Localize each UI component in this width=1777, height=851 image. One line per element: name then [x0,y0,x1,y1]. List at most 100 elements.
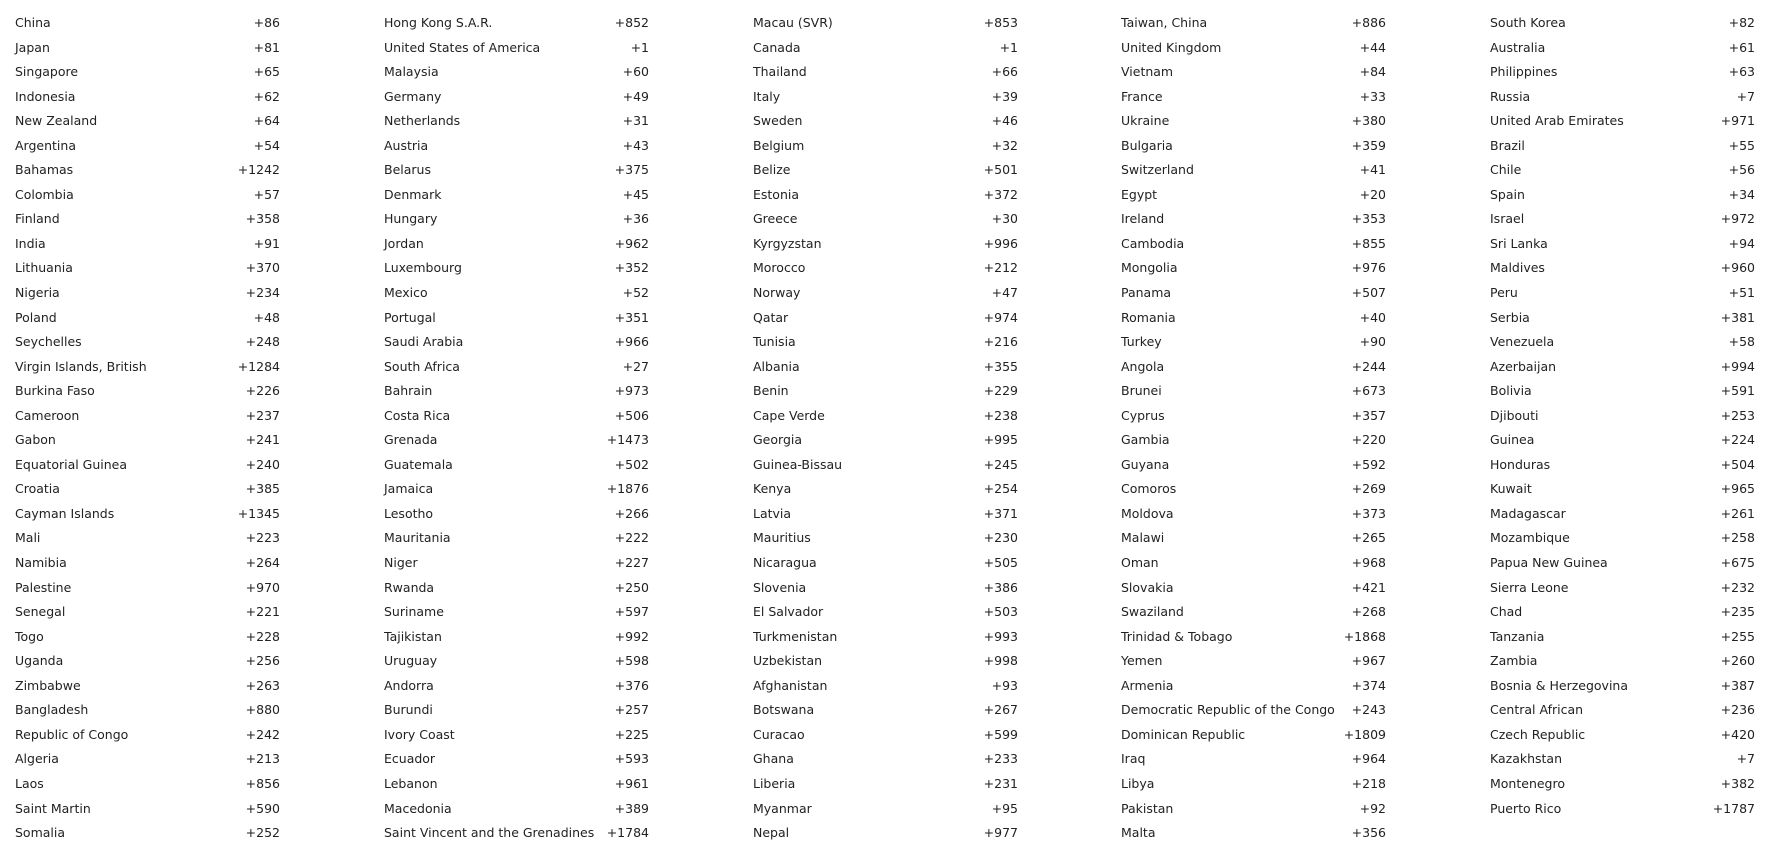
country-code-option[interactable]: Belarus +375 [384,158,649,183]
country-code-option[interactable]: Brazil +55 [1490,134,1755,159]
country-code-option[interactable]: Chile +56 [1490,158,1755,183]
country-code-option[interactable]: Austria +43 [384,134,649,159]
country-code-option[interactable]: Argentina +54 [15,134,280,159]
country-code-option[interactable]: Trinidad & Tobago +1868 [1121,625,1386,650]
country-code-option[interactable]: Pakistan +92 [1121,797,1386,822]
country-code-option[interactable]: Guyana +592 [1121,453,1386,478]
country-code-option[interactable]: Latvia +371 [753,502,1018,527]
country-code-option[interactable]: Bosnia & Herzegovina +387 [1490,674,1755,699]
country-code-option[interactable]: Grenada +1473 [384,428,649,453]
country-code-option[interactable]: Iraq +964 [1121,747,1386,772]
country-code-option[interactable]: Ivory Coast +225 [384,723,649,748]
country-code-option[interactable]: Japan +81 [15,36,280,61]
country-code-option[interactable]: Georgia +995 [753,428,1018,453]
country-code-option[interactable]: Nepal +977 [753,821,1018,846]
country-code-option[interactable]: Croatia +385 [15,477,280,502]
country-code-option[interactable]: Mali +223 [15,526,280,551]
country-code-option[interactable]: Malta +356 [1121,821,1386,846]
country-code-option[interactable]: Saint Vincent and the Grenadines +1784 [384,821,649,846]
country-code-option[interactable]: Guinea +224 [1490,428,1755,453]
country-code-option[interactable]: Germany +49 [384,85,649,110]
country-code-option[interactable]: Dominican Republic +1809 [1121,723,1386,748]
country-code-option[interactable]: Namibia +264 [15,551,280,576]
country-code-option[interactable]: Russia +7 [1490,85,1755,110]
country-code-option[interactable]: Bahamas +1242 [15,158,280,183]
country-code-option[interactable]: Uzbekistan +998 [753,649,1018,674]
country-code-option[interactable]: Tunisia +216 [753,330,1018,355]
country-code-option[interactable]: Estonia +372 [753,183,1018,208]
country-code-option[interactable]: Egypt +20 [1121,183,1386,208]
country-code-option[interactable]: Ukraine +380 [1121,109,1386,134]
country-code-option[interactable]: Swaziland +268 [1121,600,1386,625]
country-code-option[interactable]: Curacao +599 [753,723,1018,748]
country-code-option[interactable]: Jordan +962 [384,232,649,257]
country-code-option[interactable]: Singapore +65 [15,60,280,85]
country-code-option[interactable]: Virgin Islands, British +1284 [15,355,280,380]
country-code-option[interactable]: Kenya +254 [753,477,1018,502]
country-code-option[interactable]: Malaysia +60 [384,60,649,85]
country-code-option[interactable]: Honduras +504 [1490,453,1755,478]
country-code-option[interactable]: Italy +39 [753,85,1018,110]
country-code-option[interactable]: United Arab Emirates +971 [1490,109,1755,134]
country-code-option[interactable]: Philippines +63 [1490,60,1755,85]
country-code-option[interactable]: China +86 [15,11,280,36]
country-code-option[interactable]: Madagascar +261 [1490,502,1755,527]
country-code-option[interactable]: Nigeria +234 [15,281,280,306]
country-code-option[interactable]: Macedonia +389 [384,797,649,822]
country-code-option[interactable]: Switzerland +41 [1121,158,1386,183]
country-code-option[interactable]: Tanzania +255 [1490,625,1755,650]
country-code-option[interactable]: Kazakhstan +7 [1490,747,1755,772]
country-code-option[interactable]: Djibouti +253 [1490,404,1755,429]
country-code-option[interactable]: Portugal +351 [384,306,649,331]
country-code-option[interactable]: Oman +968 [1121,551,1386,576]
country-code-option[interactable]: Benin +229 [753,379,1018,404]
country-code-option[interactable]: Uruguay +598 [384,649,649,674]
country-code-option[interactable]: South Korea +82 [1490,11,1755,36]
country-code-option[interactable]: Gabon +241 [15,428,280,453]
country-code-option[interactable]: Maldives +960 [1490,256,1755,281]
country-code-option[interactable]: Lebanon +961 [384,772,649,797]
country-code-option[interactable]: Niger +227 [384,551,649,576]
country-code-option[interactable]: Finland +358 [15,207,280,232]
country-code-option[interactable]: Tajikistan +992 [384,625,649,650]
country-code-option[interactable]: Bolivia +591 [1490,379,1755,404]
country-code-option[interactable]: Greece +30 [753,207,1018,232]
country-code-option[interactable]: Azerbaijan +994 [1490,355,1755,380]
country-code-option[interactable]: Lithuania +370 [15,256,280,281]
country-code-option[interactable]: Uganda +256 [15,649,280,674]
country-code-option[interactable]: France +33 [1121,85,1386,110]
country-code-option[interactable]: Libya +218 [1121,772,1386,797]
country-code-option[interactable]: Venezuela +58 [1490,330,1755,355]
country-code-option[interactable]: Laos +856 [15,772,280,797]
country-code-option[interactable]: Sri Lanka +94 [1490,232,1755,257]
country-code-option[interactable]: Seychelles +248 [15,330,280,355]
country-code-option[interactable]: United Kingdom +44 [1121,36,1386,61]
country-code-option[interactable]: Bahrain +973 [384,379,649,404]
country-code-option[interactable]: Montenegro +382 [1490,772,1755,797]
country-code-option[interactable]: Spain +34 [1490,183,1755,208]
country-code-option[interactable]: Norway +47 [753,281,1018,306]
country-code-option[interactable]: India +91 [15,232,280,257]
country-code-option[interactable]: Cape Verde +238 [753,404,1018,429]
country-code-option[interactable]: Mozambique +258 [1490,526,1755,551]
country-code-option[interactable]: Turkey +90 [1121,330,1386,355]
country-code-option[interactable]: Cambodia +855 [1121,232,1386,257]
country-code-option[interactable]: Saudi Arabia +966 [384,330,649,355]
country-code-option[interactable]: El Salvador +503 [753,600,1018,625]
country-code-option[interactable]: Democratic Republic of the Congo +243 [1121,698,1386,723]
country-code-option[interactable]: United States of America +1 [384,36,649,61]
country-code-option[interactable]: Ghana +233 [753,747,1018,772]
country-code-option[interactable]: Nicaragua +505 [753,551,1018,576]
country-code-option[interactable]: Palestine +970 [15,576,280,601]
country-code-option[interactable]: Panama +507 [1121,281,1386,306]
country-code-option[interactable]: Kyrgyzstan +996 [753,232,1018,257]
country-code-option[interactable]: Indonesia +62 [15,85,280,110]
country-code-option[interactable]: Costa Rica +506 [384,404,649,429]
country-code-option[interactable]: Denmark +45 [384,183,649,208]
country-code-option[interactable]: Cyprus +357 [1121,404,1386,429]
country-code-option[interactable]: Mexico +52 [384,281,649,306]
country-code-option[interactable]: Kuwait +965 [1490,477,1755,502]
country-code-option[interactable]: Cayman Islands +1345 [15,502,280,527]
country-code-option[interactable]: Botswana +267 [753,698,1018,723]
country-code-option[interactable]: Romania +40 [1121,306,1386,331]
